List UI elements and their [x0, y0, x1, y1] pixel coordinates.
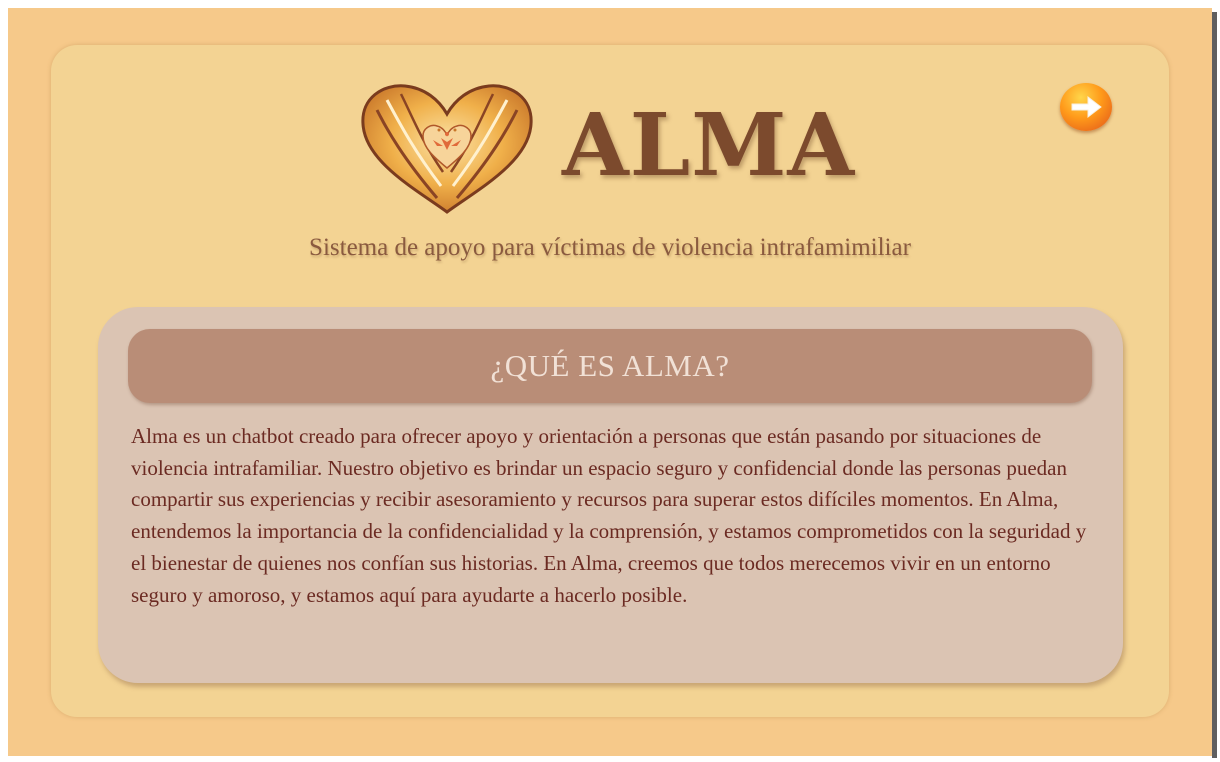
app-title: ALMA	[562, 95, 856, 196]
info-body-text: Alma es un chatbot creado para ofrecer a…	[131, 424, 1087, 607]
info-header: ¿QUÉ ES ALMA?	[128, 329, 1092, 403]
window-edge-shadow	[1212, 12, 1217, 758]
info-heading: ¿QUÉ ES ALMA?	[490, 348, 730, 383]
arrow-right-icon	[1071, 95, 1102, 119]
app-subtitle: Sistema de apoyo para víctimas de violen…	[309, 234, 911, 261]
heart-hands-logo-icon	[357, 80, 537, 220]
next-button[interactable]	[1060, 83, 1112, 131]
